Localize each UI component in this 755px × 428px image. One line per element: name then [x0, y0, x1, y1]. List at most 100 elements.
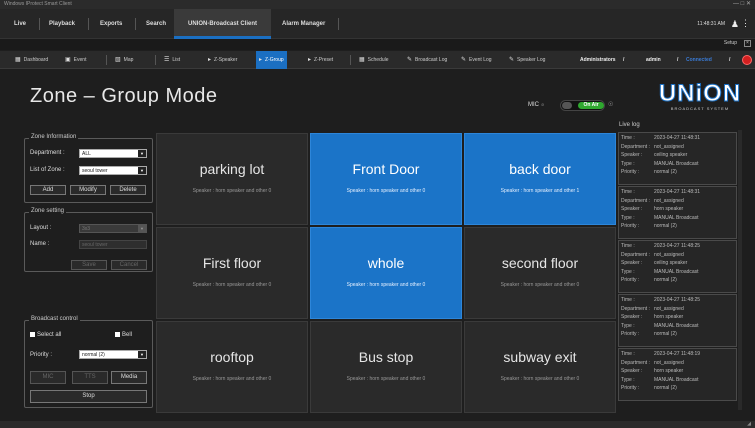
- chevron-down-icon: ▼: [138, 167, 146, 174]
- name-label: Name :: [30, 241, 50, 247]
- log-time: 2023-04-27 11:48:31: [654, 135, 701, 141]
- user-icon[interactable]: ♟: [731, 19, 739, 30]
- toggle-knob: [562, 102, 572, 109]
- toolbar-dashboard[interactable]: ▦ Dashboard: [12, 51, 51, 69]
- on-air-toggle[interactable]: On Air: [560, 100, 605, 111]
- zone-speakers: Speaker : horn speaker and other 0: [346, 376, 426, 382]
- mic-button[interactable]: MIC: [30, 371, 66, 384]
- zone-tile[interactable]: rooftop Speaker : horn speaker and other …: [156, 321, 308, 413]
- dashboard-icon: ▦: [15, 57, 21, 63]
- log-key: Speaker :: [621, 260, 643, 267]
- menu-union-broadcast-client[interactable]: UNION-Broadcast Client: [174, 9, 272, 39]
- more-icon[interactable]: ⋮: [741, 18, 750, 29]
- toolbar-speaker-log[interactable]: ✎ Speaker Log: [506, 51, 548, 69]
- bell-checkbox[interactable]: Bell: [115, 332, 132, 338]
- preset-icon: ▸: [308, 57, 312, 63]
- menu-alarm-manager[interactable]: Alarm Manager: [268, 9, 340, 39]
- toolbar-list[interactable]: ☰ List: [161, 51, 183, 69]
- menu-playback[interactable]: Playback: [35, 9, 90, 39]
- stop-button[interactable]: Stop: [30, 390, 147, 403]
- resize-grip-icon[interactable]: ◢: [747, 421, 751, 427]
- log-priority: normal (2): [654, 331, 677, 338]
- log-key: Type :: [621, 160, 635, 167]
- window-controls[interactable]: — □ ✕: [733, 0, 751, 9]
- toolbar-event-log[interactable]: ✎ Event Log: [458, 51, 495, 69]
- log-type: MANUAL Broadcast: [654, 160, 699, 167]
- toolbar-map[interactable]: ▧ Map: [112, 51, 136, 69]
- zone-speakers: Speaker : horn speaker and other 0: [346, 188, 426, 194]
- toolbar-z-group[interactable]: ▸ Z-Group: [256, 51, 287, 69]
- department-select[interactable]: ALL ▼: [79, 149, 147, 158]
- log-speaker: horn speaker: [654, 368, 684, 375]
- log-type: MANUAL Broadcast: [654, 268, 699, 275]
- save-button[interactable]: Save: [71, 260, 107, 270]
- zone-tile[interactable]: parking lot Speaker : horn speaker and ot…: [156, 133, 308, 225]
- menu-search[interactable]: Search: [132, 9, 180, 39]
- media-button[interactable]: Media: [111, 371, 147, 384]
- zone-tile[interactable]: Front Door Speaker : horn speaker and oth…: [310, 133, 462, 225]
- toolbar-event-label: Event: [73, 57, 87, 63]
- log-key: Speaker :: [621, 368, 643, 375]
- event-log-icon: ✎: [461, 57, 467, 63]
- zone-name: Bus stop: [358, 349, 414, 365]
- list-of-zone-select[interactable]: seoul tower ▼: [79, 166, 147, 175]
- menu-live[interactable]: Live: [0, 9, 41, 39]
- log-department: not_assigned: [654, 305, 684, 312]
- setup-button[interactable]: Setup: [724, 40, 737, 46]
- cancel-button[interactable]: Cancel: [111, 260, 147, 270]
- log-key: Time :: [621, 243, 635, 249]
- divider: [350, 55, 351, 65]
- toolbar-broadcast-log[interactable]: ✎ Broadcast Log: [404, 51, 450, 69]
- zone-tile[interactable]: second floor Speaker : horn speaker and o…: [464, 227, 616, 319]
- log-type: MANUAL Broadcast: [654, 376, 699, 383]
- log-entry: Time : 2023-04-27 11:48:19 Department : no…: [618, 348, 737, 401]
- log-time: 2023-04-27 11:48:25: [654, 297, 701, 303]
- zone-speakers: Speaker : horn speaker and other 0: [346, 282, 426, 288]
- priority-select[interactable]: normal (2) ▼: [79, 350, 147, 359]
- log-priority: normal (2): [654, 385, 677, 392]
- mic-label-text: MIC: [528, 102, 539, 108]
- zone-tile[interactable]: First floor Speaker : horn speaker and ot…: [156, 227, 308, 319]
- zone-name-field[interactable]: seoul tower: [79, 240, 147, 249]
- toolbar-schedule[interactable]: ▦ Schedule: [356, 51, 392, 69]
- mic-mute-icon: ⊘: [541, 102, 545, 107]
- toolbar-event[interactable]: ▣ Event: [62, 51, 89, 69]
- toolbar-z-speaker[interactable]: ▸ Z-Speaker: [205, 51, 240, 69]
- menu-exports[interactable]: Exports: [86, 9, 137, 39]
- log-key: Type :: [621, 268, 635, 275]
- add-button[interactable]: Add: [30, 185, 66, 195]
- zone-tile[interactable]: whole Speaker : horn speaker and other 0: [310, 227, 462, 319]
- zone-name: whole: [367, 255, 405, 271]
- toolbar-z-preset[interactable]: ▸ Z-Preset: [305, 51, 336, 69]
- log-key: Priority :: [621, 223, 640, 230]
- department-value: ALL: [82, 151, 91, 157]
- log-priority: normal (2): [654, 277, 677, 284]
- toolbar-z-preset-label: Z-Preset: [314, 57, 334, 63]
- zone-information-title: Zone Information: [29, 134, 79, 140]
- log-speaker: horn speaker: [654, 314, 684, 321]
- live-log-scrollbar[interactable]: [738, 130, 742, 410]
- zone-speakers: Speaker : horn speaker and other 0: [192, 188, 272, 194]
- select-all-checkbox[interactable]: Select all: [30, 332, 61, 338]
- list-of-zone-label: List of Zone :: [30, 167, 65, 173]
- zone-tile[interactable]: back door Speaker : horn speaker and othe…: [464, 133, 616, 225]
- tts-button[interactable]: TTS: [72, 371, 108, 384]
- toolbar-speaker-log-label: Speaker Log: [517, 57, 546, 63]
- microphone-icon: ☉: [608, 102, 614, 108]
- checkbox-box: [115, 332, 120, 337]
- modify-button[interactable]: Modify: [70, 185, 106, 195]
- zone-speakers: Speaker : horn speaker and other 0: [500, 376, 580, 382]
- layout-select[interactable]: 3x3 ▼: [79, 224, 147, 233]
- delete-button[interactable]: Delete: [110, 185, 146, 195]
- zone-name: back door: [509, 161, 571, 177]
- status-dot-icon[interactable]: [742, 55, 752, 65]
- mic-label: MIC ⊘: [528, 102, 544, 108]
- user-role: Administrators: [580, 57, 616, 63]
- priority-value: normal (2): [82, 352, 105, 358]
- toolbar-list-label: List: [172, 57, 181, 63]
- zone-tile[interactable]: subway exit Speaker : horn speaker and ot…: [464, 321, 616, 413]
- zone-tile[interactable]: Bus stop Speaker : horn speaker and other…: [310, 321, 462, 413]
- close-icon[interactable]: ×: [744, 40, 751, 47]
- toolbar-event-log-label: Event Log: [469, 57, 492, 63]
- broadcast-log-icon: ✎: [407, 57, 413, 63]
